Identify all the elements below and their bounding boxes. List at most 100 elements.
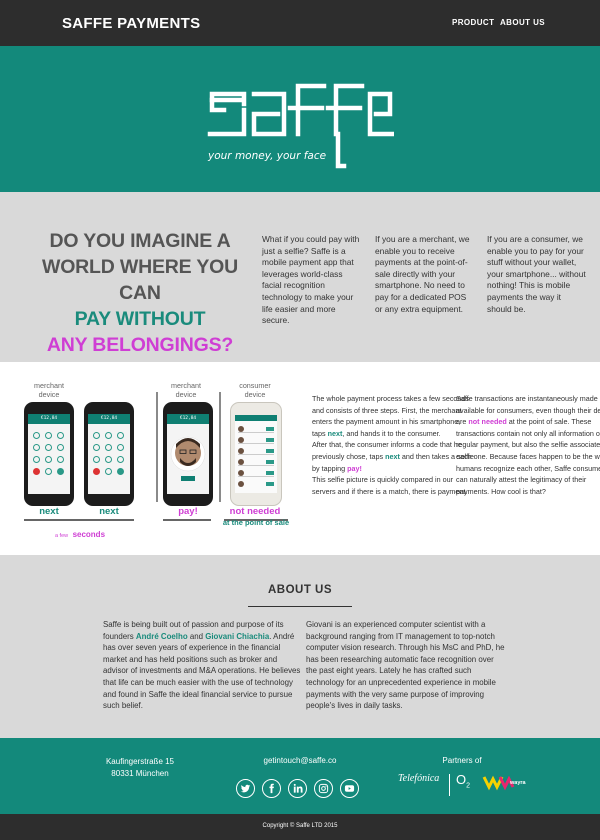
transaction-row — [238, 480, 274, 488]
twitter-icon[interactable] — [236, 779, 255, 798]
keypad-key — [45, 468, 52, 475]
about-text-giovani: Giovani is an experienced computer scien… — [306, 620, 505, 711]
transaction-row — [238, 469, 274, 477]
intro-text-selfie: What if you could pay with just a selfie… — [262, 234, 360, 326]
keypad-key — [33, 456, 40, 463]
youtube-icon[interactable] — [340, 779, 359, 798]
text: at the point of sale. These transactions… — [456, 417, 600, 496]
steps-underline-merchant — [24, 519, 134, 521]
facebook-icon[interactable] — [262, 779, 281, 798]
address-city: 80331 München — [111, 769, 169, 778]
few-seconds-label: a few seconds — [40, 524, 120, 542]
headline-line-2: WORLD WHERE YOU CAN — [42, 256, 238, 304]
keypad-key — [57, 444, 64, 451]
label-merchant-device-1: merchant device — [34, 381, 64, 399]
phone-screen: €12,84 — [167, 414, 209, 494]
footer-email-link[interactable]: getintouch@saffe.co — [250, 756, 350, 765]
phone-consumer-code: €12,84 — [84, 402, 134, 506]
keypad-key — [105, 456, 112, 463]
label-consumer-device: consumer device — [239, 381, 271, 399]
instagram-icon[interactable] — [314, 779, 333, 798]
steps-text-process: The whole payment process takes a few se… — [312, 393, 474, 497]
nav-link-about-us[interactable]: ABOUT US — [500, 18, 545, 27]
divider-line-1 — [156, 392, 158, 502]
nav-link-product[interactable]: PRODUCT — [452, 18, 494, 27]
keypad-key — [45, 444, 52, 451]
text: and — [187, 631, 206, 641]
footer-address: Kaufingerstraße 15 80331 München — [90, 756, 190, 780]
intro-section: DO YOU IMAGINE A WORLD WHERE YOU CAN PAY… — [0, 192, 600, 362]
phone-screen — [235, 415, 277, 493]
founder-link-andre[interactable]: André Coelho — [136, 632, 188, 641]
telefonica-logo: Telefónica — [398, 773, 440, 784]
keypad-key — [117, 444, 124, 451]
text: . André has over seven years of experien… — [103, 631, 301, 711]
selfie-face-image — [170, 436, 206, 481]
keypad-key — [105, 432, 112, 439]
headline-line-1: DO YOU IMAGINE A — [49, 230, 231, 252]
partner-divider — [449, 774, 450, 796]
label-merchant-device-2: merchant device — [171, 381, 201, 399]
phone-screen: €12,84 — [88, 414, 130, 494]
about-title-underline — [248, 606, 352, 607]
steps-text-transactions: Saffe transactions are instantaneously m… — [456, 393, 600, 497]
copyright-text: Copyright © Saffe LTD 2015 — [262, 823, 338, 829]
hero-banner: your money, your face — [0, 46, 600, 192]
amount-display: €12,84 — [167, 414, 209, 424]
app-header-bar — [235, 415, 277, 421]
pay-highlight: pay! — [347, 463, 362, 473]
transaction-row — [238, 447, 274, 455]
headline-line-3: PAY WITHOUT — [74, 308, 206, 330]
step-label-pay: pay! — [178, 506, 198, 517]
phone-selfie: €12,84 — [163, 402, 213, 506]
about-text-andre: Saffe is being built out of passion and … — [103, 619, 303, 712]
hero-tagline: your money, your face — [208, 150, 327, 162]
keypad-key-cancel — [33, 468, 40, 475]
about-section: ABOUT US Saffe is being built out of pas… — [0, 555, 600, 738]
point-of-sale-label: at the point of sale — [222, 518, 290, 527]
seconds-label: seconds — [72, 530, 106, 539]
social-links — [236, 779, 366, 799]
not-needed-highlight: not needed — [468, 417, 507, 427]
keypad-key — [93, 432, 100, 439]
intro-headline: DO YOU IMAGINE A WORLD WHERE YOU CAN PAY… — [22, 228, 258, 358]
founder-link-giovani[interactable]: Giovani Chiachia — [205, 632, 269, 641]
step-label-next-1: next — [39, 506, 59, 517]
keypad-key — [105, 444, 112, 451]
keypad-key-cancel — [93, 468, 100, 475]
keypad-key — [117, 432, 124, 439]
next-highlight: next — [385, 451, 400, 461]
keypad-key — [33, 432, 40, 439]
few-label: a few — [54, 533, 69, 539]
keypad-key — [57, 432, 64, 439]
text: , and hands it to the consumer. — [342, 428, 441, 438]
footer: Kaufingerstraße 15 80331 München getinto… — [0, 738, 600, 814]
linkedin-icon[interactable] — [288, 779, 307, 798]
about-title: ABOUT US — [267, 584, 333, 596]
keypad-key — [45, 456, 52, 463]
top-navbar: SAFFE PAYMENTS PRODUCT ABOUT US — [0, 0, 600, 46]
keypad-key — [45, 432, 52, 439]
keypad-key — [117, 456, 124, 463]
transaction-row — [238, 458, 274, 466]
keypad-key — [93, 444, 100, 451]
keypad-key — [93, 456, 100, 463]
keypad-key — [105, 468, 112, 475]
partner-logos: Telefónica O2 wayra — [396, 771, 536, 799]
partners-label: Partners of — [442, 756, 482, 765]
keypad-key — [57, 456, 64, 463]
phone-transactions — [230, 402, 282, 506]
phone-screen: €12,84 — [28, 414, 70, 494]
next-highlight: next — [327, 428, 343, 438]
transaction-row — [238, 436, 274, 444]
steps-underline-pay — [163, 519, 211, 521]
headline-line-4: ANY BELONGINGS? — [46, 334, 234, 356]
intro-text-merchant: If you are a merchant, we enable you to … — [375, 234, 470, 314]
copyright-bar: Copyright © Saffe LTD 2015 — [0, 814, 600, 840]
transaction-row — [238, 425, 274, 433]
divider-line-2 — [219, 392, 221, 502]
wayra-label: wayra — [510, 780, 526, 786]
brand-title[interactable]: SAFFE PAYMENTS — [62, 15, 200, 32]
o2-subscript: 2 — [466, 782, 471, 790]
keypad-key-ok — [57, 468, 64, 475]
